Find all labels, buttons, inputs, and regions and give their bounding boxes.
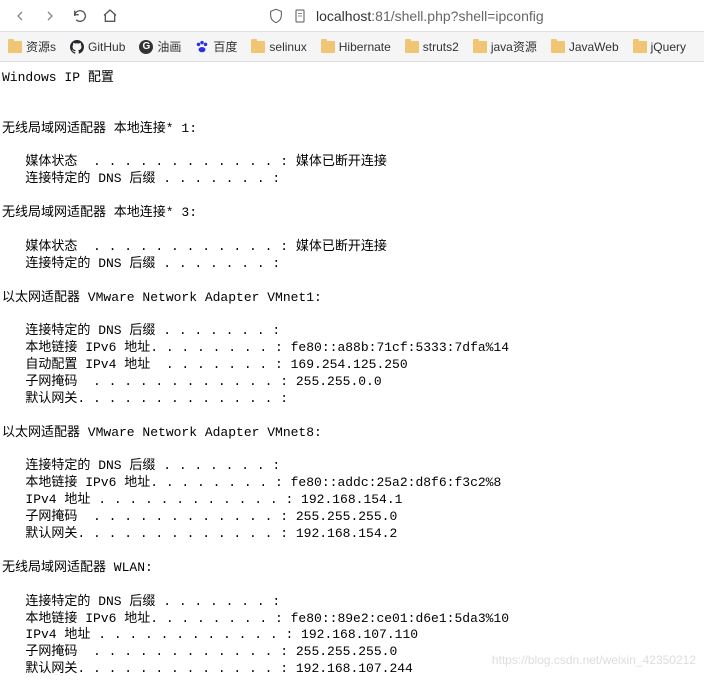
bookmark-item[interactable]: jQuery bbox=[633, 40, 686, 54]
home-button[interactable] bbox=[98, 4, 122, 28]
browser-nav-bar: localhost:81/shell.php?shell=ipconfig bbox=[0, 0, 704, 32]
bookmark-item[interactable]: 百度 bbox=[195, 38, 237, 55]
bookmark-label: 油画 bbox=[157, 38, 181, 55]
arrow-left-icon bbox=[12, 8, 28, 24]
bookmark-label: selinux bbox=[269, 40, 306, 54]
bookmark-label: 资源s bbox=[26, 38, 56, 55]
folder-icon bbox=[473, 41, 487, 53]
bookmark-item[interactable]: struts2 bbox=[405, 40, 459, 54]
bookmarks-bar: 资源s GitHub G 油画 百度 selinux Hibernate struts2 jav… bbox=[0, 32, 704, 62]
folder-icon bbox=[551, 41, 565, 53]
back-button[interactable] bbox=[8, 4, 32, 28]
bookmark-label: 百度 bbox=[213, 38, 237, 55]
info-icon bbox=[292, 8, 308, 24]
oil-icon: G bbox=[139, 40, 153, 54]
url-text: localhost:81/shell.php?shell=ipconfig bbox=[316, 8, 544, 24]
forward-button[interactable] bbox=[38, 4, 62, 28]
folder-icon bbox=[8, 41, 22, 53]
bookmark-item[interactable]: selinux bbox=[251, 40, 306, 54]
page-content: Windows IP 配置 无线局域网适配器 本地连接* 1: 媒体状态 . .… bbox=[0, 62, 704, 695]
watermark: https://blog.csdn.net/weixin_42350212 bbox=[492, 653, 696, 667]
folder-icon bbox=[405, 41, 419, 53]
bookmark-item[interactable]: G 油画 bbox=[139, 38, 181, 55]
baidu-icon bbox=[195, 40, 209, 54]
bookmark-item[interactable]: Hibernate bbox=[321, 40, 391, 54]
bookmark-label: jQuery bbox=[651, 40, 686, 54]
arrow-right-icon bbox=[42, 8, 58, 24]
reload-button[interactable] bbox=[68, 4, 92, 28]
bookmark-label: Hibernate bbox=[339, 40, 391, 54]
home-icon bbox=[102, 8, 118, 24]
folder-icon bbox=[633, 41, 647, 53]
folder-icon bbox=[251, 41, 265, 53]
bookmark-label: struts2 bbox=[423, 40, 459, 54]
reload-icon bbox=[72, 8, 88, 24]
shield-icon bbox=[268, 8, 284, 24]
url-bar[interactable]: localhost:81/shell.php?shell=ipconfig bbox=[268, 8, 544, 24]
bookmark-label: JavaWeb bbox=[569, 40, 619, 54]
bookmark-label: GitHub bbox=[88, 40, 125, 54]
bookmark-item[interactable]: 资源s bbox=[8, 38, 56, 55]
github-icon bbox=[70, 40, 84, 54]
bookmark-item[interactable]: JavaWeb bbox=[551, 40, 619, 54]
bookmark-item[interactable]: GitHub bbox=[70, 40, 125, 54]
bookmark-item[interactable]: java资源 bbox=[473, 38, 537, 55]
folder-icon bbox=[321, 41, 335, 53]
bookmark-label: java资源 bbox=[491, 38, 537, 55]
